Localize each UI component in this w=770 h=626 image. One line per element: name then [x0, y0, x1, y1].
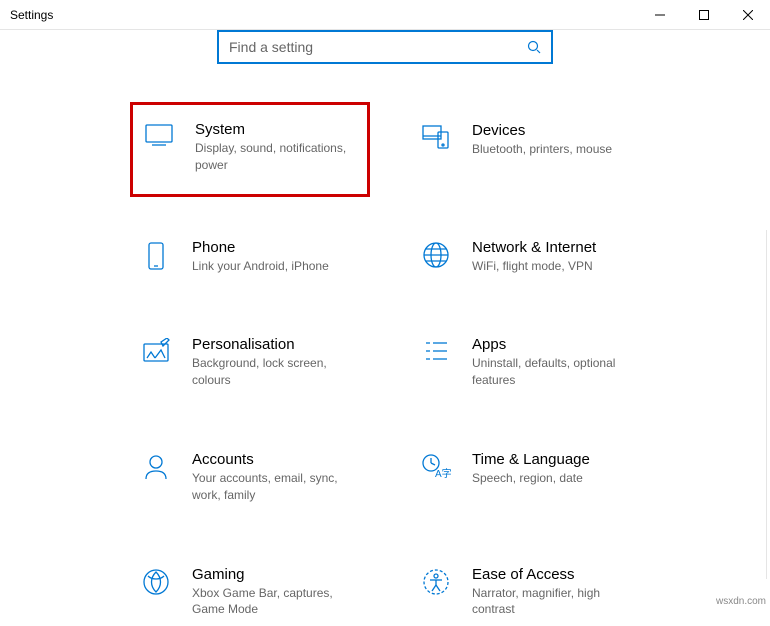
tile-title: Ease of Access: [472, 566, 642, 583]
scrollbar-track[interactable]: [766, 230, 770, 579]
personalisation-icon: [138, 336, 174, 389]
tile-title: Devices: [472, 122, 642, 139]
tile-title: Time & Language: [472, 451, 642, 468]
tile-devices[interactable]: Devices Bluetooth, printers, mouse: [410, 114, 650, 185]
tile-gaming[interactable]: Gaming Xbox Game Bar, captures, Game Mod…: [130, 558, 370, 626]
tile-title: Accounts: [192, 451, 362, 468]
close-icon: [743, 10, 753, 20]
time-language-icon: A字: [418, 451, 454, 504]
close-button[interactable]: [726, 0, 770, 30]
tile-accounts[interactable]: Accounts Your accounts, email, sync, wor…: [130, 443, 370, 512]
settings-grid: System Display, sound, notifications, po…: [0, 64, 770, 626]
tile-title: Personalisation: [192, 336, 362, 353]
svg-text:A字: A字: [435, 467, 451, 480]
search-input[interactable]: [219, 39, 517, 55]
maximize-button[interactable]: [682, 0, 726, 30]
network-icon: [418, 239, 454, 275]
tile-desc: Bluetooth, printers, mouse: [472, 141, 642, 158]
phone-icon: [138, 239, 174, 275]
tile-ease-of-access[interactable]: Ease of Access Narrator, magnifier, high…: [410, 558, 650, 626]
tile-personalisation[interactable]: Personalisation Background, lock screen,…: [130, 328, 370, 397]
search-icon: [517, 40, 551, 54]
titlebar: Settings: [0, 0, 770, 30]
tile-desc: Xbox Game Bar, captures, Game Mode: [192, 585, 362, 619]
tile-phone[interactable]: Phone Link your Android, iPhone: [130, 231, 370, 283]
tile-desc: Background, lock screen, colours: [192, 355, 362, 389]
window-title: Settings: [0, 8, 638, 22]
tile-system[interactable]: System Display, sound, notifications, po…: [130, 102, 370, 197]
tile-title: Network & Internet: [472, 239, 642, 256]
accounts-icon: [138, 451, 174, 504]
maximize-icon: [699, 10, 709, 20]
search-box[interactable]: [217, 30, 553, 64]
tile-desc: Uninstall, defaults, optional features: [472, 355, 642, 389]
tile-title: System: [195, 121, 359, 138]
tile-title: Gaming: [192, 566, 362, 583]
tile-desc: Speech, region, date: [472, 470, 642, 487]
tile-desc: Link your Android, iPhone: [192, 258, 362, 275]
tile-desc: Narrator, magnifier, high contrast: [472, 585, 642, 619]
tile-desc: Your accounts, email, sync, work, family: [192, 470, 362, 504]
tile-network[interactable]: Network & Internet WiFi, flight mode, VP…: [410, 231, 650, 283]
watermark: wsxdn.com: [716, 596, 766, 607]
gaming-icon: [138, 566, 174, 619]
ease-of-access-icon: [418, 566, 454, 619]
devices-icon: [418, 122, 454, 177]
tile-time-language[interactable]: A字 Time & Language Speech, region, date: [410, 443, 650, 512]
system-icon: [141, 121, 177, 174]
tile-title: Apps: [472, 336, 642, 353]
tile-desc: Display, sound, notifications, power: [195, 140, 359, 174]
minimize-icon: [655, 10, 665, 20]
apps-icon: [418, 336, 454, 389]
minimize-button[interactable]: [638, 0, 682, 30]
tile-apps[interactable]: Apps Uninstall, defaults, optional featu…: [410, 328, 650, 397]
tile-desc: WiFi, flight mode, VPN: [472, 258, 642, 275]
tile-title: Phone: [192, 239, 362, 256]
